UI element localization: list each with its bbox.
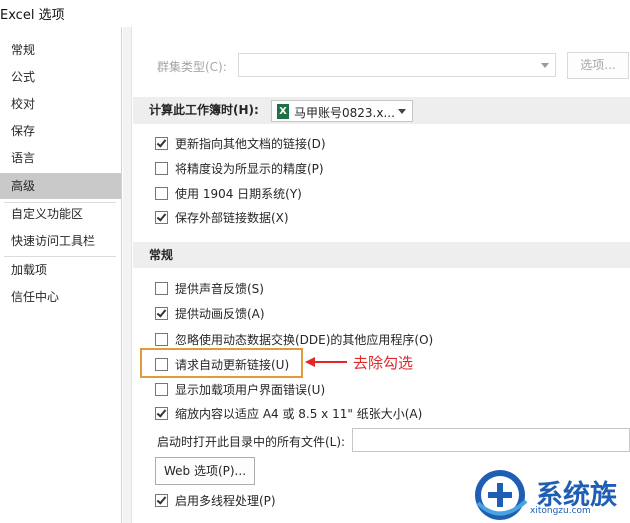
checkmark-icon	[156, 407, 167, 418]
nav-item-customize-ribbon[interactable]: 自定义功能区	[0, 201, 121, 227]
checkbox[interactable]	[155, 162, 168, 175]
nav-item-advanced[interactable]: 高级	[0, 173, 121, 199]
panel-edge	[123, 27, 132, 523]
nav-item-save[interactable]: 保存	[0, 118, 121, 144]
checkmark-icon	[156, 307, 167, 318]
checkbox-label: 提供动画反馈(A)	[175, 307, 265, 321]
checkmark-icon	[156, 211, 167, 222]
checkbox[interactable]	[155, 383, 168, 396]
general-section-header: 常规	[133, 242, 630, 268]
checkbox[interactable]	[155, 307, 168, 320]
nav-item-formulas[interactable]: 公式	[0, 64, 121, 90]
checkbox-label: 更新指向其他文档的链接(D)	[175, 137, 326, 151]
nav-item-add-ins[interactable]: 加载项	[0, 257, 121, 283]
checkbox-label: 保存外部链接数据(X)	[175, 211, 289, 225]
cluster-type-dropdown[interactable]	[238, 53, 556, 77]
checkbox[interactable]	[155, 187, 168, 200]
checkbox[interactable]	[155, 407, 168, 420]
checkmark-icon	[156, 137, 167, 148]
checkbox[interactable]	[155, 282, 168, 295]
checkmark-icon	[156, 494, 167, 505]
checkbox-label: 缩放内容以适应 A4 或 8.5 x 11" 纸张大小(A)	[175, 407, 423, 421]
web-options-button[interactable]: Web 选项(P)...	[155, 457, 255, 485]
workbook-name: 马甲账号0823.x...	[294, 106, 395, 120]
nav-item-trust-center[interactable]: 信任中心	[0, 284, 121, 310]
checkbox-label: 显示加载项用户界面错误(U)	[175, 383, 326, 397]
category-nav: 常规 公式 校对 保存 语言 高级 自定义功能区 快速访问工具栏 加载项 信任中…	[0, 27, 122, 523]
startup-folder-input[interactable]	[352, 428, 630, 452]
cluster-options-button[interactable]: 选项...	[567, 52, 629, 79]
nav-item-general[interactable]: 常规	[0, 37, 121, 63]
cluster-type-label: 群集类型(C):	[157, 60, 227, 74]
general-section-title: 常规	[149, 248, 174, 262]
checkbox-label: 将精度设为所显示的精度(P)	[175, 162, 324, 176]
checkbox[interactable]	[155, 137, 168, 150]
chevron-down-icon	[541, 63, 549, 68]
nav-item-language[interactable]: 语言	[0, 145, 121, 171]
workbook-dropdown[interactable]: X 马甲账号0823.x...	[271, 100, 413, 122]
title-bar: Excel 选项	[0, 0, 630, 27]
nav-item-proofing[interactable]: 校对	[0, 91, 121, 117]
calc-section-title: 计算此工作簿时(H):	[149, 103, 259, 117]
checkbox-label: 提供声音反馈(S)	[175, 282, 264, 296]
watermark-url: xitongzu.com	[530, 506, 591, 516]
checkbox[interactable]	[155, 494, 168, 507]
checkbox-label: 使用 1904 日期系统(Y)	[175, 187, 302, 201]
highlight-box	[140, 348, 303, 378]
startup-folder-label: 启动时打开此目录中的所有文件(L):	[157, 435, 346, 449]
annotation-arrow-icon	[305, 357, 347, 367]
window-title: Excel 选项	[0, 8, 65, 23]
chevron-down-icon	[398, 109, 406, 114]
checkbox[interactable]	[155, 211, 168, 224]
checkbox[interactable]	[155, 333, 168, 346]
checkbox-label: 启用多线程处理(P)	[175, 494, 276, 508]
checkbox-label: 忽略使用动态数据交换(DDE)的其他应用程序(O)	[175, 333, 434, 347]
nav-item-quick-access-toolbar[interactable]: 快速访问工具栏	[0, 228, 121, 254]
excel-file-icon: X	[277, 104, 289, 119]
annotation-text: 去除勾选	[353, 354, 414, 372]
